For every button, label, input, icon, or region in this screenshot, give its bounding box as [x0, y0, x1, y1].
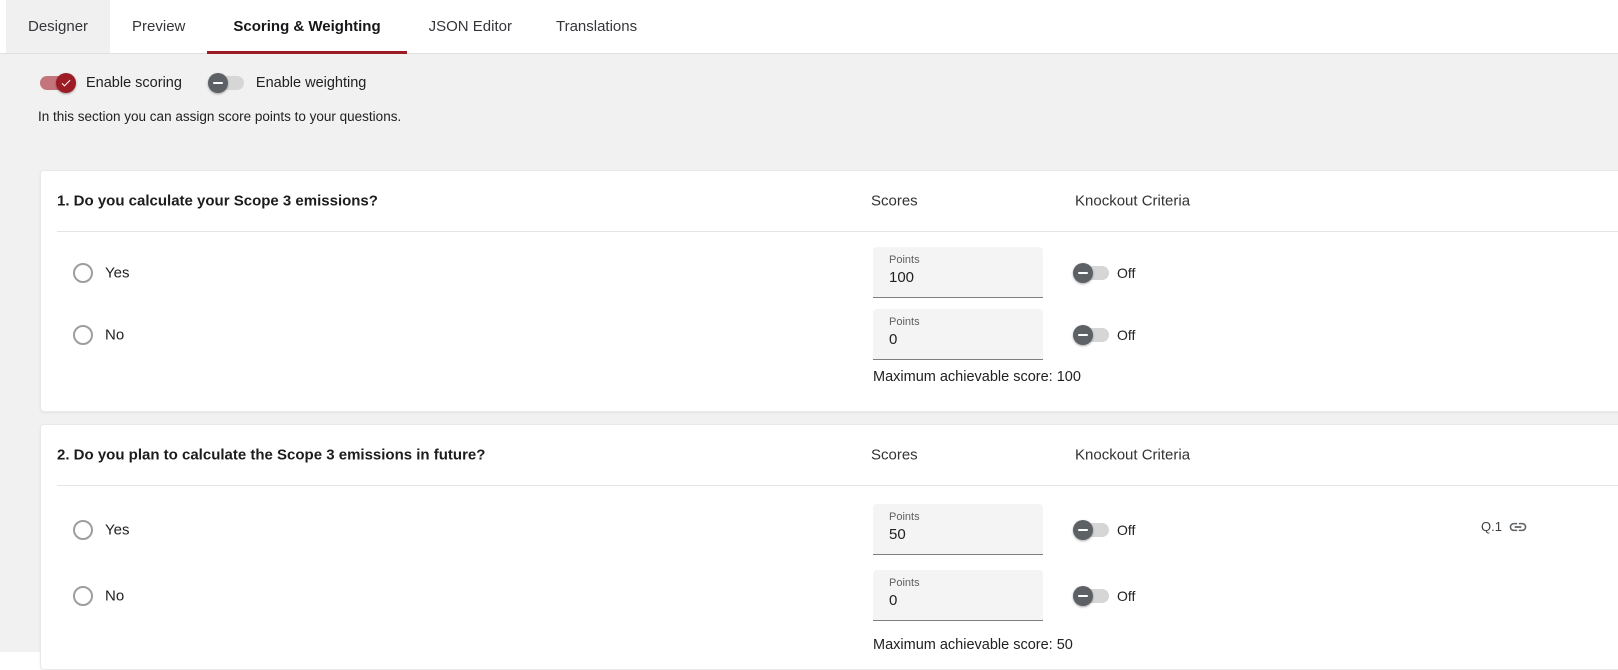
question-title: 1. Do you calculate your Scope 3 emissio… — [57, 193, 378, 210]
knockout-toggle-group: Off — [1073, 325, 1135, 345]
knockout-toggle[interactable] — [1073, 520, 1111, 540]
minus-icon — [208, 73, 228, 93]
scoring-controls: Enable scoring Enable weighting — [38, 72, 392, 94]
points-field-label: Points — [889, 316, 920, 328]
card-header: 2. Do you plan to calculate the Scope 3 … — [41, 425, 1618, 485]
tab-bar: Designer Preview Scoring & Weighting JSO… — [0, 0, 1618, 54]
points-input[interactable] — [889, 269, 1027, 286]
radio-no[interactable] — [73, 325, 93, 345]
enable-scoring-label: Enable scoring — [86, 75, 182, 91]
knockout-toggle[interactable] — [1073, 263, 1111, 283]
scores-column-header: Scores — [871, 447, 918, 464]
points-field[interactable]: Points — [873, 504, 1043, 555]
tab-designer[interactable]: Designer — [6, 0, 110, 53]
points-input[interactable] — [889, 331, 1027, 348]
knockout-state-label: Off — [1117, 588, 1135, 604]
knockout-state-label: Off — [1117, 522, 1135, 538]
knockout-toggle-group: Off — [1073, 586, 1135, 606]
points-field-label: Points — [889, 511, 920, 523]
points-field[interactable]: Points — [873, 247, 1043, 298]
tab-translations[interactable]: Translations — [534, 0, 659, 53]
option-row-yes: Yes Points Off Q.1 — [41, 504, 1618, 555]
check-icon — [56, 73, 76, 93]
option-label: Yes — [105, 521, 129, 538]
enable-scoring-toggle[interactable] — [38, 73, 76, 93]
section-description: In this section you can assign score poi… — [38, 109, 401, 124]
points-field-label: Points — [889, 577, 920, 589]
question-card-1: 1. Do you calculate your Scope 3 emissio… — [40, 170, 1618, 412]
knockout-state-label: Off — [1117, 327, 1135, 343]
enable-weighting-toggle[interactable] — [208, 73, 246, 93]
question-card-2: 2. Do you plan to calculate the Scope 3 … — [40, 424, 1618, 670]
tab-preview[interactable]: Preview — [110, 0, 207, 53]
radio-yes[interactable] — [73, 520, 93, 540]
points-field[interactable]: Points — [873, 570, 1043, 621]
option-label: Yes — [105, 264, 129, 281]
knockout-column-header: Knockout Criteria — [1075, 447, 1190, 464]
knockout-toggle-group: Off — [1073, 263, 1135, 283]
enable-weighting-label: Enable weighting — [256, 75, 366, 91]
card-header: 1. Do you calculate your Scope 3 emissio… — [41, 171, 1618, 231]
link-icon — [1508, 517, 1528, 537]
minus-icon — [1073, 520, 1093, 540]
option-label: No — [105, 326, 124, 343]
radio-no[interactable] — [73, 586, 93, 606]
points-input[interactable] — [889, 526, 1027, 543]
header-divider — [57, 231, 1618, 232]
option-row-no: No Points Off — [41, 570, 1618, 621]
linked-question-ref[interactable]: Q.1 — [1481, 517, 1528, 537]
knockout-state-label: Off — [1117, 265, 1135, 281]
knockout-toggle[interactable] — [1073, 586, 1111, 606]
option-label: No — [105, 587, 124, 604]
tab-json-editor[interactable]: JSON Editor — [407, 0, 534, 53]
linked-question-label: Q.1 — [1481, 519, 1502, 534]
tab-scoring-weighting[interactable]: Scoring & Weighting — [207, 0, 406, 53]
header-divider — [57, 485, 1618, 486]
minus-icon — [1073, 263, 1093, 283]
max-score-text: Maximum achievable score: 50 — [873, 637, 1073, 653]
minus-icon — [1073, 325, 1093, 345]
points-field-label: Points — [889, 254, 920, 266]
knockout-toggle-group: Off — [1073, 520, 1135, 540]
radio-yes[interactable] — [73, 263, 93, 283]
scores-column-header: Scores — [871, 193, 918, 210]
option-row-no: No Points Off — [41, 309, 1618, 360]
points-input[interactable] — [889, 592, 1027, 609]
knockout-column-header: Knockout Criteria — [1075, 193, 1190, 210]
knockout-toggle[interactable] — [1073, 325, 1111, 345]
option-row-yes: Yes Points Off — [41, 247, 1618, 298]
max-score-text: Maximum achievable score: 100 — [873, 369, 1081, 385]
question-title: 2. Do you plan to calculate the Scope 3 … — [57, 447, 485, 464]
minus-icon — [1073, 586, 1093, 606]
points-field[interactable]: Points — [873, 309, 1043, 360]
scoring-weighting-page: Designer Preview Scoring & Weighting JSO… — [0, 0, 1618, 670]
